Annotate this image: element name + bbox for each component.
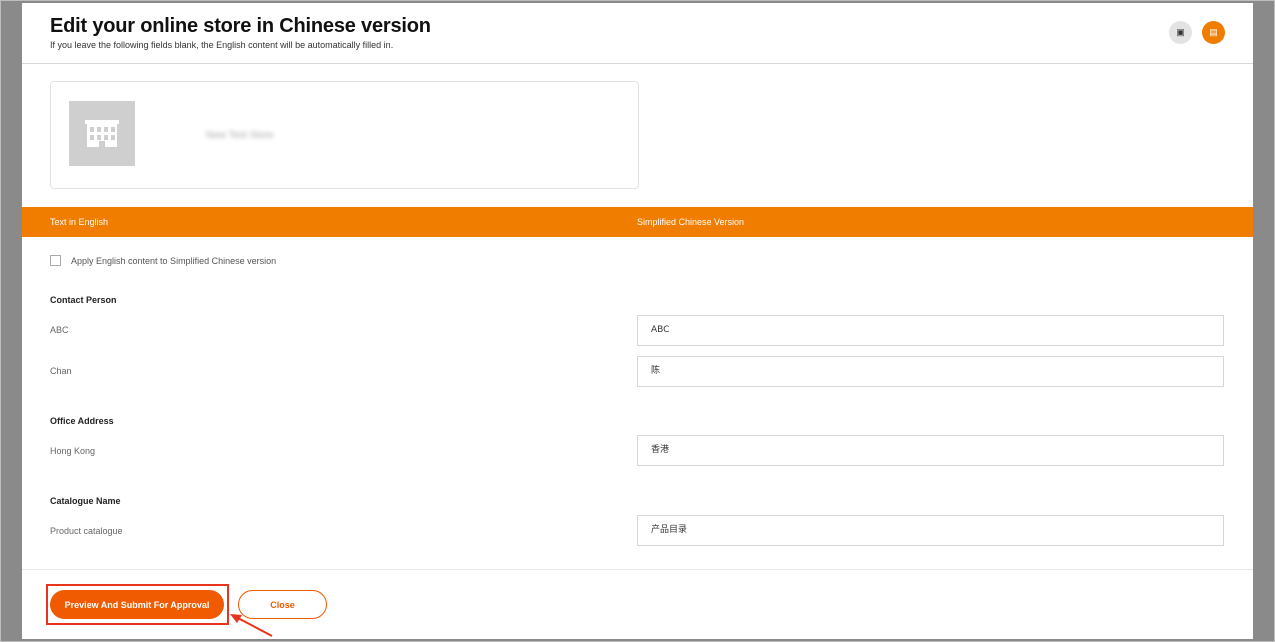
catalogue-name-label: Catalogue Name bbox=[50, 496, 121, 506]
office-address-zh-input[interactable]: 香港 bbox=[637, 435, 1224, 466]
store-card: New Test Store bbox=[50, 81, 639, 189]
modal-header: Edit your online store in Chinese versio… bbox=[22, 3, 1253, 64]
catalogue-name-en: Product catalogue bbox=[50, 526, 123, 536]
page-subtitle: If you leave the following fields blank,… bbox=[50, 40, 394, 50]
store-name: New Test Store bbox=[206, 130, 274, 141]
apply-english-row[interactable]: Apply English content to Simplified Chin… bbox=[50, 255, 276, 266]
list-view-button[interactable]: ▤ bbox=[1202, 21, 1225, 44]
catalogue-name-zh-input[interactable]: 产品目录 bbox=[637, 515, 1224, 546]
contact-last-name-en: Chan bbox=[50, 366, 72, 376]
apply-english-label: Apply English content to Simplified Chin… bbox=[71, 255, 277, 266]
contact-last-name-zh-input[interactable]: 陈 bbox=[637, 356, 1224, 387]
list-icon: ▤ bbox=[1209, 27, 1218, 37]
contact-first-name-en: ABC bbox=[50, 325, 69, 335]
grid-icon: ▣ bbox=[1176, 27, 1185, 37]
office-address-en: Hong Kong bbox=[50, 446, 96, 456]
column-header-bar: Text in English Simplified Chinese Versi… bbox=[22, 207, 1253, 237]
edit-store-modal: Edit your online store in Chinese versio… bbox=[22, 3, 1253, 639]
office-address-label: Office Address bbox=[50, 416, 114, 426]
annotation-arrow-icon bbox=[230, 614, 273, 637]
page-title: Edit your online store in Chinese versio… bbox=[50, 15, 431, 37]
contact-person-label: Contact Person bbox=[50, 295, 117, 305]
building-icon bbox=[85, 119, 119, 147]
contact-first-name-zh-input[interactable]: ABC bbox=[637, 315, 1224, 346]
layout-toggle-button[interactable]: ▣ bbox=[1169, 21, 1192, 44]
store-logo bbox=[69, 101, 135, 166]
preview-submit-button[interactable]: Preview And Submit For Approval bbox=[50, 590, 224, 619]
chinese-column-header: Simplified Chinese Version bbox=[637, 217, 745, 227]
apply-english-checkbox[interactable] bbox=[50, 255, 61, 266]
english-column-header: Text in English bbox=[50, 217, 109, 227]
